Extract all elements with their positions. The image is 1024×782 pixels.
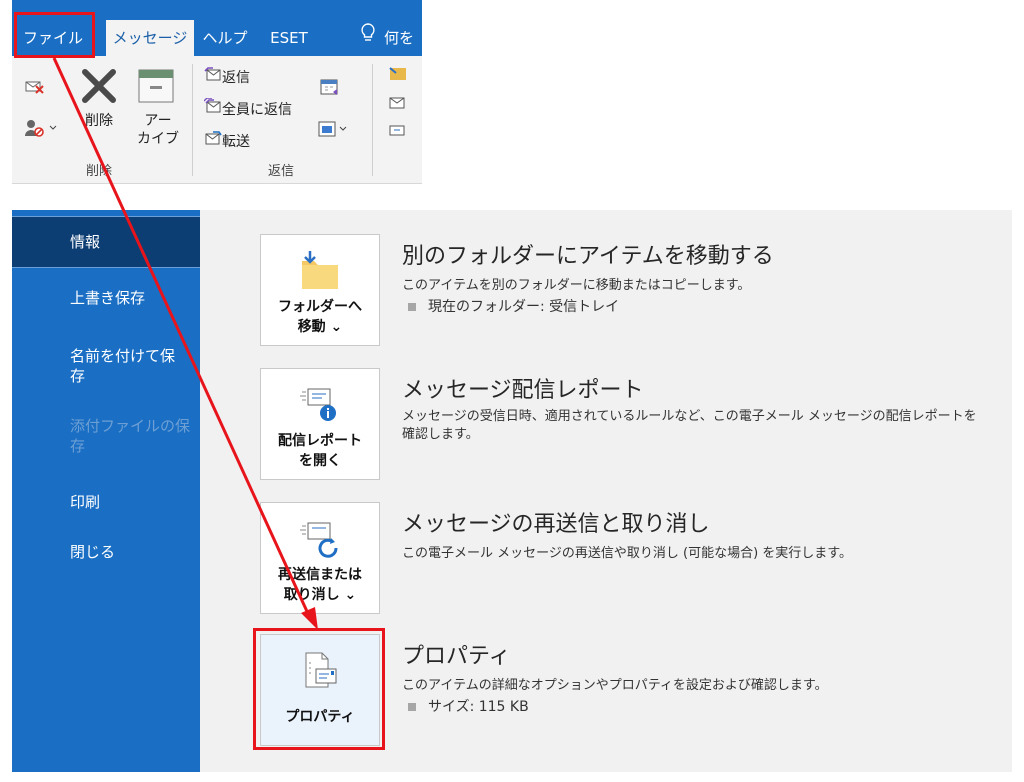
reply-all-label: 全員に返信 bbox=[222, 102, 292, 118]
report-label-line1: 配信レポート bbox=[278, 433, 362, 449]
save-as-line1: 名前を付けて保 bbox=[70, 347, 176, 365]
archive-label-line2: カイブ bbox=[137, 131, 179, 147]
backstage-sidebar: 情報 上書き保存 名前を付けて保 存 添付ファイルの保 存 印刷 閉じる bbox=[12, 210, 200, 772]
reply-label: 返信 bbox=[222, 70, 250, 86]
quick-steps-icons[interactable] bbox=[386, 64, 422, 152]
resend-section-title: メッセージの再送信と取り消し bbox=[402, 512, 710, 537]
reply-group-label: 返信 bbox=[268, 164, 295, 179]
bullet-square-icon bbox=[408, 703, 416, 711]
sidebar-item-save[interactable]: 上書き保存 bbox=[12, 288, 200, 308]
size-text: サイズ: 115 KB bbox=[428, 699, 529, 715]
move-label-line2: 移動 ⌄ bbox=[297, 319, 343, 335]
delivery-report-icon bbox=[261, 383, 379, 427]
delivery-report-button[interactable]: 配信レポート を開く bbox=[260, 368, 380, 480]
report-section-title: メッセージ配信レポート bbox=[402, 378, 644, 403]
sidebar-item-close[interactable]: 閉じる bbox=[12, 542, 200, 562]
current-folder-info: 現在のフォルダー: 受信トレイ bbox=[408, 296, 619, 316]
sidebar-item-print[interactable]: 印刷 bbox=[12, 492, 200, 512]
report-section-desc: メッセージの受信日時、適用されているルールなど、この電子メール メッセージの配信… bbox=[402, 408, 977, 444]
annotation-box-file-tab bbox=[14, 12, 95, 58]
archive-label: アー カイブ bbox=[130, 112, 186, 148]
move-folder-icon bbox=[261, 249, 379, 293]
resend-button-label: 再送信または 取り消し ⌄ bbox=[261, 565, 379, 605]
more-respond-icon[interactable] bbox=[318, 120, 350, 142]
group-separator bbox=[192, 64, 193, 176]
move-section-desc: このアイテムを別のフォルダーに移動またはコピーします。 bbox=[402, 278, 751, 293]
archive-button[interactable]: アー カイブ bbox=[130, 66, 182, 156]
properties-section-desc: このアイテムの詳細なオプションやプロパティを設定および確認します。 bbox=[402, 678, 828, 693]
forward-button[interactable]: 転送 bbox=[204, 130, 250, 151]
tab-help[interactable]: ヘルプ bbox=[202, 20, 248, 56]
delete-button[interactable]: 削除 bbox=[74, 66, 124, 146]
archive-label-line1: アー bbox=[144, 113, 172, 129]
reply-button[interactable]: 返信 bbox=[204, 66, 250, 87]
move-section-title: 別のフォルダーにアイテムを移動する bbox=[402, 244, 774, 269]
properties-section-title: プロパティ bbox=[402, 644, 511, 669]
save-attach-line2: 存 bbox=[70, 437, 86, 455]
sidebar-item-save-attachments[interactable]: 添付ファイルの保 存 bbox=[12, 416, 200, 456]
move-to-folder-button[interactable]: フォルダーへ 移動 ⌄ bbox=[260, 234, 380, 346]
group-separator bbox=[372, 64, 373, 176]
tab-eset[interactable]: ESET bbox=[264, 20, 314, 56]
resend-label-line1: 再送信または bbox=[278, 567, 362, 583]
tab-lightbulb-icon[interactable] bbox=[356, 20, 380, 56]
move-button-label: フォルダーへ 移動 ⌄ bbox=[261, 297, 379, 337]
screenshot-root: ファイル メッセージ ヘルプ ESET 何を 削除 アー カイブ 削除 返信 全… bbox=[0, 0, 1024, 782]
resend-icon bbox=[261, 517, 379, 561]
delete-group-label: 削除 bbox=[86, 164, 113, 179]
report-desc-line1: メッセージの受信日時、適用されているルールなど、この電子メール メッセージの配信… bbox=[402, 409, 977, 424]
block-sender-icon[interactable] bbox=[24, 118, 58, 142]
bullet-square-icon bbox=[408, 303, 416, 311]
tab-message[interactable]: メッセージ bbox=[106, 20, 194, 56]
forward-label: 転送 bbox=[222, 134, 250, 150]
reply-icon bbox=[204, 66, 222, 86]
annotation-box-properties bbox=[253, 628, 385, 750]
report-button-label: 配信レポート を開く bbox=[261, 431, 379, 471]
resend-section-desc: この電子メール メッセージの再送信や取り消し (可能な場合) を実行します。 bbox=[402, 546, 852, 561]
save-attach-line1: 添付ファイルの保 bbox=[70, 417, 191, 435]
resend-recall-button[interactable]: 再送信または 取り消し ⌄ bbox=[260, 502, 380, 614]
meeting-icon[interactable] bbox=[320, 78, 340, 100]
resend-label-line2: 取り消し ⌄ bbox=[283, 587, 357, 603]
ribbon-body: 削除 アー カイブ 削除 返信 全員に返信 転送 返信 bbox=[12, 56, 422, 184]
move-label-line1: フォルダーへ bbox=[278, 299, 362, 315]
backstage-view: 情報 上書き保存 名前を付けて保 存 添付ファイルの保 存 印刷 閉じる フォル… bbox=[12, 210, 1012, 772]
report-desc-line2: 確認します。 bbox=[402, 427, 479, 442]
archive-box-icon bbox=[138, 69, 174, 103]
delete-label: 削除 bbox=[85, 113, 113, 129]
reply-all-icon bbox=[203, 97, 222, 118]
forward-icon bbox=[204, 130, 222, 150]
sidebar-item-save-as[interactable]: 名前を付けて保 存 bbox=[12, 346, 200, 386]
reply-all-button[interactable]: 全員に返信 bbox=[203, 97, 292, 119]
save-as-line2: 存 bbox=[70, 367, 86, 385]
report-label-line2: を開く bbox=[299, 453, 341, 469]
size-info: サイズ: 115 KB bbox=[408, 696, 529, 716]
delete-x-icon bbox=[82, 69, 116, 103]
ignore-icon[interactable] bbox=[24, 76, 46, 100]
tell-me-search[interactable]: 何を bbox=[384, 20, 422, 56]
current-folder-text: 現在のフォルダー: 受信トレイ bbox=[428, 299, 620, 315]
sidebar-item-info[interactable]: 情報 bbox=[12, 216, 200, 268]
